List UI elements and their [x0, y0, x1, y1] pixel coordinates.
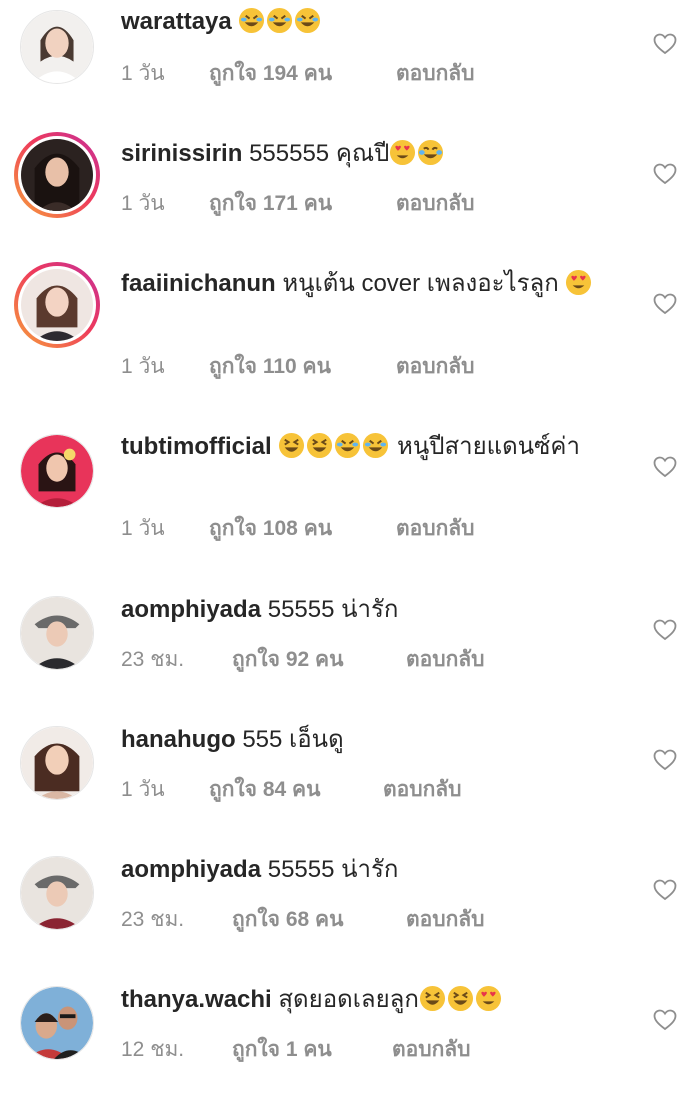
- avatar-image: [21, 139, 93, 211]
- comment-meta: 23 ชม. ถูกใจ 68 คน ตอบกลับ: [121, 903, 485, 936]
- comment-body: หนูเต้น cover เพลงอะไรลูก: [282, 270, 559, 297]
- comment-text: warattaya: [121, 5, 622, 39]
- emoji-laughing-icon: [447, 985, 474, 1012]
- emoji-rofl-icon: [334, 432, 361, 459]
- avatar[interactable]: [20, 726, 94, 800]
- avatar-image: [21, 857, 93, 929]
- comment-text: tubtimofficial หนูปีสายแดนซ์ค่า: [121, 430, 622, 464]
- comment-time: 1 วัน: [121, 355, 165, 378]
- reply-button[interactable]: ตอบกลับ: [396, 57, 475, 90]
- comment-time: 1 วัน: [121, 778, 165, 801]
- emoji-heart-eyes-icon: [389, 139, 416, 166]
- reply-button[interactable]: ตอบกลับ: [406, 903, 485, 936]
- comment-time: 12 ชม.: [121, 1038, 185, 1061]
- comment-likes[interactable]: ถูกใจ 92 คน: [232, 643, 406, 676]
- comment-body: 555 เอ็นดู: [242, 726, 344, 753]
- avatar-story-ring[interactable]: [14, 132, 100, 218]
- comment-text: aomphiyada 55555 น่ารัก: [121, 593, 622, 627]
- comment-text: hanahugo 555 เอ็นดู: [121, 723, 622, 757]
- avatar-image: [21, 597, 93, 669]
- comment-meta: 1 วัน ถูกใจ 171 คน ตอบกลับ: [121, 187, 475, 220]
- comment-text: thanya.wachi สุดยอดเลยลูก: [121, 983, 622, 1017]
- reply-button[interactable]: ตอบกลับ: [396, 512, 475, 545]
- comment-meta: 1 วัน ถูกใจ 110 คน ตอบกลับ: [121, 350, 475, 383]
- comment-username[interactable]: hanahugo: [121, 726, 236, 753]
- avatar[interactable]: [20, 10, 94, 84]
- comment-likes[interactable]: ถูกใจ 171 คน: [209, 187, 396, 220]
- emoji-laughing-icon: [419, 985, 446, 1012]
- avatar[interactable]: [20, 434, 94, 508]
- emoji-laughing-icon: [306, 432, 333, 459]
- emoji-rofl-icon: [362, 432, 389, 459]
- comment-body: หนูปีสายแดนซ์ค่า: [397, 433, 580, 460]
- emoji-joy-icon: [417, 139, 444, 166]
- like-heart-icon[interactable]: [653, 1009, 677, 1031]
- comment-likes[interactable]: ถูกใจ 108 คน: [209, 512, 396, 545]
- comment-meta: 1 วัน ถูกใจ 194 คน ตอบกลับ: [121, 57, 475, 90]
- comment-username[interactable]: aomphiyada: [121, 596, 261, 623]
- emoji-rofl-icon: [294, 7, 321, 34]
- comment-body: 555555 คุณปี: [249, 140, 390, 167]
- emoji-heart-eyes-icon: [475, 985, 502, 1012]
- comment-username[interactable]: thanya.wachi: [121, 986, 272, 1013]
- comment-body: สุดยอดเลยลูก: [278, 986, 419, 1013]
- like-heart-icon[interactable]: [653, 293, 677, 315]
- like-heart-icon[interactable]: [653, 619, 677, 641]
- comment-likes[interactable]: ถูกใจ 68 คน: [232, 903, 406, 936]
- avatar[interactable]: [20, 986, 94, 1060]
- comment-time: 23 ชม.: [121, 908, 185, 931]
- comment-meta: 1 วัน ถูกใจ 84 คน ตอบกลับ: [121, 773, 462, 806]
- comment-username[interactable]: sirinissirin: [121, 140, 242, 167]
- avatar-image: [21, 435, 93, 507]
- like-heart-icon[interactable]: [653, 456, 677, 478]
- reply-button[interactable]: ตอบกลับ: [406, 643, 485, 676]
- comment-likes[interactable]: ถูกใจ 1 คน: [232, 1033, 392, 1066]
- comment-time: 1 วัน: [121, 517, 165, 540]
- like-heart-icon[interactable]: [653, 163, 677, 185]
- comment-likes[interactable]: ถูกใจ 194 คน: [209, 57, 396, 90]
- like-heart-icon[interactable]: [653, 749, 677, 771]
- reply-button[interactable]: ตอบกลับ: [396, 350, 475, 383]
- reply-button[interactable]: ตอบกลับ: [392, 1033, 471, 1066]
- comment-username[interactable]: faaiinichanun: [121, 270, 276, 297]
- comment-time: 1 วัน: [121, 192, 165, 215]
- reply-button[interactable]: ตอบกลับ: [396, 187, 475, 220]
- comment-likes[interactable]: ถูกใจ 110 คน: [209, 350, 396, 383]
- comment-username[interactable]: aomphiyada: [121, 856, 261, 883]
- avatar-image: [21, 987, 93, 1059]
- comment-text: aomphiyada 55555 น่ารัก: [121, 853, 622, 887]
- comment-meta: 1 วัน ถูกใจ 108 คน ตอบกลับ: [121, 512, 475, 545]
- comment-time: 23 ชม.: [121, 648, 185, 671]
- comment-time: 1 วัน: [121, 62, 165, 85]
- comment-likes[interactable]: ถูกใจ 84 คน: [209, 773, 383, 806]
- like-heart-icon[interactable]: [653, 879, 677, 901]
- like-heart-icon[interactable]: [653, 33, 677, 55]
- comment-username[interactable]: tubtimofficial: [121, 433, 272, 460]
- avatar-image: [21, 11, 93, 83]
- reply-button[interactable]: ตอบกลับ: [383, 773, 462, 806]
- avatar[interactable]: [20, 856, 94, 930]
- avatar-story-ring[interactable]: [14, 262, 100, 348]
- comment-username[interactable]: warattaya: [121, 8, 232, 35]
- emoji-heart-eyes-icon: [565, 269, 592, 296]
- comment-text: sirinissirin 555555 คุณปี: [121, 137, 622, 171]
- comment-meta: 23 ชม. ถูกใจ 92 คน ตอบกลับ: [121, 643, 485, 676]
- comment-text: faaiinichanun หนูเต้น cover เพลงอะไรลูก: [121, 267, 622, 301]
- comment-body: 55555 น่ารัก: [267, 856, 399, 883]
- avatar-image: [21, 269, 93, 341]
- comment-meta: 12 ชม. ถูกใจ 1 คน ตอบกลับ: [121, 1033, 471, 1066]
- emoji-rofl-icon: [266, 7, 293, 34]
- avatar[interactable]: [20, 596, 94, 670]
- emoji-rofl-icon: [238, 7, 265, 34]
- comment-body: 55555 น่ารัก: [267, 596, 399, 623]
- avatar-image: [21, 727, 93, 799]
- emoji-laughing-icon: [278, 432, 305, 459]
